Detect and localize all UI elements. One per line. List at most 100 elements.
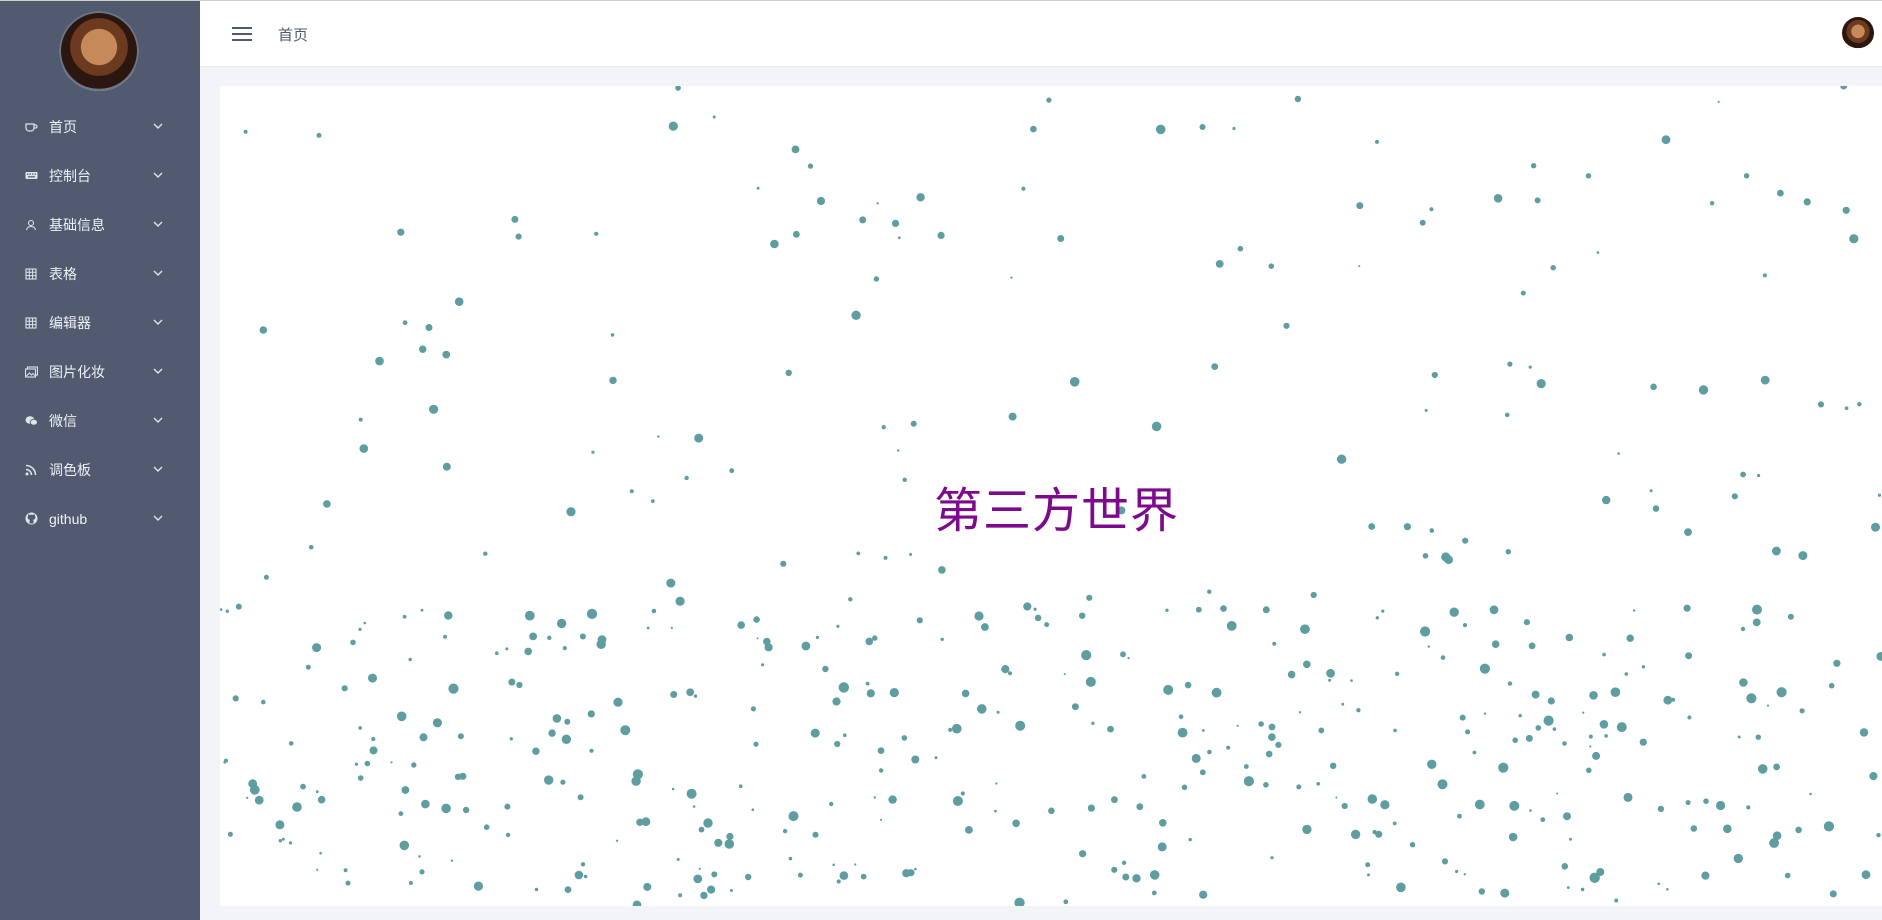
- chevron-down-icon: [153, 417, 163, 423]
- particle-dot: [1211, 687, 1222, 698]
- particle-dot: [1085, 676, 1096, 687]
- particle-dot: [832, 697, 841, 706]
- sidebar-item-label: 微信: [49, 412, 77, 429]
- particle-dot: [995, 782, 998, 785]
- particle-dot: [462, 806, 470, 814]
- particle-dot: [1302, 625, 1310, 633]
- particle-dot: [891, 219, 900, 227]
- user-avatar[interactable]: [59, 11, 139, 91]
- chevron-down-icon: [153, 172, 163, 178]
- user-avatar-small[interactable]: [1842, 17, 1874, 49]
- particle-dot: [586, 608, 598, 620]
- particle-dot: [838, 682, 849, 693]
- particle-dot: [1155, 124, 1166, 135]
- particle-dot: [1165, 608, 1169, 612]
- particle-dot: [1592, 751, 1601, 760]
- particle-dot: [916, 193, 925, 202]
- particle-dot: [974, 611, 984, 621]
- particle-dot: [879, 818, 883, 821]
- particle-dot: [620, 725, 631, 736]
- particle-dot: [1449, 607, 1459, 617]
- sidebar-item-basic-info[interactable]: 基础信息: [0, 200, 200, 249]
- sidebar-item-image-makeup[interactable]: 图片化妆: [0, 347, 200, 396]
- particle-dot: [1409, 842, 1416, 848]
- particle-dot: [812, 831, 819, 838]
- particle-dot: [854, 863, 857, 866]
- particle-dot: [323, 500, 331, 508]
- particle-dot: [1287, 670, 1296, 679]
- particle-dot: [1563, 812, 1571, 821]
- particle-dot: [694, 433, 704, 443]
- menu-toggle-icon[interactable]: [232, 27, 252, 43]
- particle-dot: [1562, 741, 1567, 746]
- sidebar-item-console[interactable]: 控制台: [0, 151, 200, 200]
- particle-dot: [515, 233, 522, 240]
- particle-dot: [834, 740, 841, 748]
- particle-dot: [756, 637, 759, 640]
- particle-dot: [615, 839, 619, 842]
- particle-dot: [877, 747, 885, 754]
- particle-dot: [703, 818, 713, 828]
- particle-dot: [1550, 265, 1556, 271]
- particle-dot: [1086, 594, 1093, 601]
- sidebar-item-github[interactable]: github: [0, 494, 200, 543]
- particle-dot: [1199, 124, 1206, 130]
- particle-dot: [1220, 605, 1227, 612]
- sidebar-item-table[interactable]: 表格: [0, 249, 200, 298]
- particle-dot: [1429, 207, 1434, 212]
- particle-dot: [1869, 772, 1878, 781]
- particle-dot: [1857, 402, 1862, 407]
- particle-dot: [1518, 714, 1522, 718]
- particle-dot: [547, 635, 552, 640]
- particle-dot: [1844, 406, 1849, 411]
- particle-dot: [671, 787, 675, 791]
- particle-dot: [1330, 762, 1337, 769]
- particle-dot: [1396, 882, 1406, 893]
- particle-dot: [724, 839, 735, 849]
- particle-dot: [259, 326, 268, 334]
- particle-dot: [369, 746, 378, 755]
- particle-dot: [371, 736, 376, 742]
- particle-dot: [1111, 866, 1118, 873]
- sidebar-item-label: 首页: [49, 118, 77, 135]
- particle-dot: [1424, 408, 1428, 412]
- particle-dot: [1263, 782, 1269, 788]
- particle-dot: [1328, 678, 1332, 682]
- particle-dot: [1019, 900, 1025, 906]
- sidebar-item-wechat[interactable]: 微信: [0, 396, 200, 445]
- particle-dot: [364, 760, 371, 767]
- sidebar-item-label: github: [49, 510, 88, 527]
- particle-dot: [261, 699, 266, 705]
- particle-dot: [1268, 733, 1276, 741]
- sidebar-item-editor[interactable]: 编辑器: [0, 298, 200, 347]
- particle-dot: [345, 880, 351, 886]
- particle-dot: [583, 874, 588, 879]
- particle-dot: [1044, 622, 1050, 628]
- particle-dot: [1876, 652, 1882, 661]
- sidebar-item-label: 图片化妆: [49, 363, 105, 380]
- particle-dot: [1823, 821, 1834, 832]
- person-icon: [24, 218, 38, 232]
- particle-dot: [1184, 681, 1192, 689]
- breadcrumb[interactable]: 首页: [278, 24, 308, 45]
- particle-dot: [981, 623, 989, 631]
- particle-dot: [801, 641, 811, 651]
- particle-dot: [232, 695, 239, 702]
- particle-dot: [1561, 863, 1569, 870]
- particle-dot: [432, 718, 442, 728]
- particle-dot: [288, 741, 294, 746]
- particle-dot: [562, 646, 567, 651]
- particle-dot: [1777, 189, 1784, 197]
- sidebar-item-home[interactable]: 首页: [0, 102, 200, 151]
- particle-dot: [889, 688, 899, 698]
- particle-dot: [1275, 741, 1282, 749]
- particle-dot: [1641, 665, 1646, 669]
- sidebar-item-palette[interactable]: 调色板: [0, 445, 200, 494]
- particle-dot: [1046, 97, 1052, 103]
- particle-dot: [1716, 800, 1726, 811]
- particle-dot: [1531, 690, 1540, 699]
- particle-dot: [1731, 493, 1738, 500]
- particle-dot: [375, 356, 384, 366]
- particle-dot: [1380, 800, 1390, 810]
- particle-dot: [668, 121, 678, 131]
